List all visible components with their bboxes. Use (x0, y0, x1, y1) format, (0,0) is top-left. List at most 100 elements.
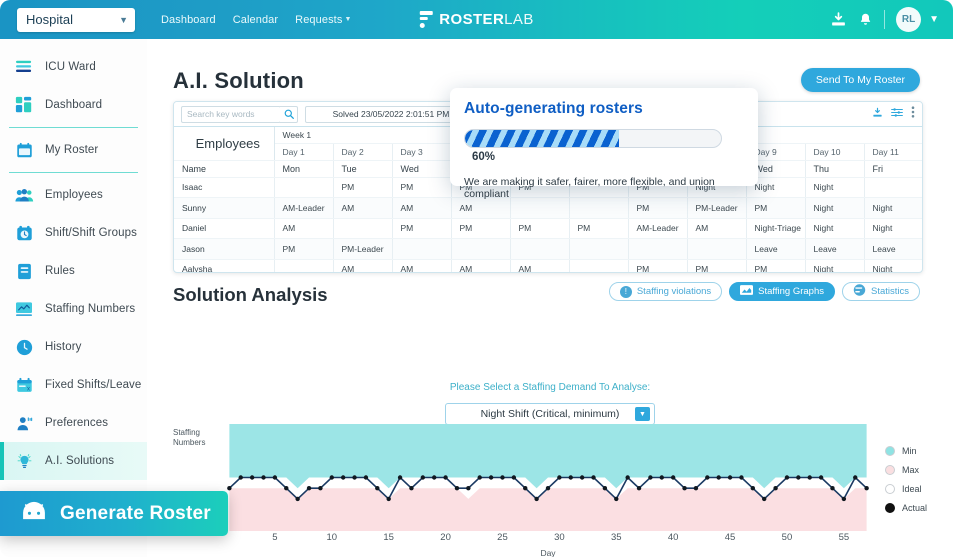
shift-cell[interactable]: Leave (864, 238, 922, 260)
shift-cell[interactable]: AM (392, 197, 452, 219)
shift-cell[interactable]: PM (392, 218, 452, 239)
legend-item-min[interactable]: Min (885, 446, 927, 456)
shift-cell[interactable]: PM-Leader (333, 238, 393, 260)
dow-header: Wed (392, 160, 452, 178)
shift-cell[interactable]: PM (392, 177, 452, 198)
x-axis-tick: 45 (724, 532, 736, 543)
staffing-demand-select[interactable]: Night Shift (Critical, minimum) ▼ (445, 403, 655, 425)
shift-cell[interactable] (392, 238, 452, 260)
shift-cell[interactable]: Leave (746, 238, 806, 260)
shift-cell[interactable] (864, 177, 922, 198)
legend-item-max[interactable]: Max (885, 465, 927, 475)
chevron-down-icon: ▼ (344, 16, 352, 23)
shift-cell[interactable]: AM-Leader (274, 197, 334, 219)
shift-cell[interactable] (274, 259, 334, 272)
table-row[interactable]: Aalysha AM AM AM AM PM PM PM Night Night (174, 259, 922, 272)
top-nav-dashboard[interactable]: Dashboard (161, 14, 216, 26)
sidebar-item-icu-ward[interactable]: ICU Ward (0, 48, 147, 86)
shift-cell[interactable]: PM (451, 218, 511, 239)
shift-cell[interactable]: PM (274, 238, 334, 260)
shift-cell[interactable]: PM (687, 259, 747, 272)
shift-cell[interactable]: PM (628, 197, 688, 219)
sidebar-item-employees[interactable]: Employees (0, 176, 147, 214)
divider (884, 10, 886, 29)
sidebar-item-preferences[interactable]: Preferences (0, 404, 147, 442)
shift-cell[interactable] (569, 197, 629, 219)
shift-cell[interactable] (274, 177, 334, 198)
legend-item-actual[interactable]: Actual (885, 503, 927, 513)
shift-cell[interactable]: PM-Leader (687, 197, 747, 219)
bell-icon[interactable] (858, 12, 873, 28)
shift-cell[interactable] (628, 238, 688, 260)
tab-label: Staffing violations (636, 286, 712, 297)
shift-cell[interactable]: Night (864, 197, 922, 219)
shift-cell[interactable] (333, 218, 393, 239)
shift-cell[interactable]: PM (746, 197, 806, 219)
download-icon[interactable] (872, 105, 883, 123)
shift-cell[interactable]: PM (628, 259, 688, 272)
download-icon[interactable] (830, 11, 847, 28)
tab-staffing-violations[interactable]: ! Staffing violations (608, 282, 723, 301)
shift-cell[interactable]: AM (451, 197, 511, 219)
shift-cell[interactable]: Night (805, 177, 865, 198)
shift-cell[interactable] (451, 238, 511, 260)
sidebar-item-fixed-shifts-leave[interactable]: x Fixed Shifts/Leave (0, 366, 147, 404)
search-icon[interactable] (280, 105, 298, 123)
send-to-my-roster-button[interactable]: Send To My Roster (800, 68, 920, 92)
sidebar-item-rules[interactable]: Rules (0, 252, 147, 290)
filter-icon[interactable] (891, 105, 903, 123)
popup-subtitle: We are making it safer, fairer, more fle… (464, 176, 715, 200)
sidebar-item-shift-groups[interactable]: Shift/Shift Groups (0, 214, 147, 252)
shift-cell[interactable]: Night (864, 259, 922, 272)
book-icon (14, 261, 34, 281)
shift-cell[interactable]: PM (333, 177, 393, 198)
chevron-down-icon[interactable]: ▼ (929, 14, 939, 25)
sidebar-item-dashboard[interactable]: Dashboard (0, 86, 147, 124)
shift-cell[interactable]: AM (451, 259, 511, 272)
shift-cell[interactable]: AM (687, 218, 747, 239)
shift-cell[interactable]: Night (805, 218, 865, 239)
table-row[interactable]: Jason PM PM-Leader Leave Leave Leave (174, 238, 922, 260)
shift-cell[interactable]: Night-Triage (746, 218, 806, 239)
shift-cell[interactable] (569, 238, 629, 260)
shift-cell[interactable]: AM (392, 259, 452, 272)
tab-staffing-graphs[interactable]: Staffing Graphs (729, 282, 835, 301)
shift-cell[interactable]: AM (274, 218, 334, 239)
shift-cell[interactable]: AM (510, 259, 570, 272)
shift-cell[interactable]: Night (805, 197, 865, 219)
legend-item-ideal[interactable]: Ideal (885, 484, 927, 494)
shift-cell[interactable] (510, 197, 570, 219)
shift-cell[interactable]: PM (510, 218, 570, 239)
shift-cell[interactable] (569, 259, 629, 272)
sidebar-divider (9, 127, 138, 128)
top-nav-requests[interactable]: Requests ▼ (295, 14, 351, 26)
top-nav-calendar[interactable]: Calendar (233, 14, 278, 26)
sidebar-item-history[interactable]: History (0, 328, 147, 366)
shift-cell[interactable] (687, 238, 747, 260)
search-input[interactable]: Search key words (181, 105, 281, 123)
generate-roster-button[interactable]: Generate Roster (0, 491, 228, 536)
table-row[interactable]: Daniel AM PM PM PM PM AM-Leader AM Night… (174, 218, 922, 239)
x-axis-tick: 20 (440, 532, 451, 543)
sidebar-item-staffing-numbers[interactable]: Staffing Numbers (0, 290, 147, 328)
avatar[interactable]: RL (896, 7, 922, 32)
shift-cell[interactable]: Night (805, 259, 865, 272)
progress-bar-fill (465, 130, 619, 147)
staffing-demand-value: Night Shift (Critical, minimum) (480, 408, 620, 420)
table-row[interactable]: Sunny AM-Leader AM AM AM PM PM-Leader PM… (174, 197, 922, 219)
shift-cell[interactable]: AM-Leader (628, 218, 688, 239)
shift-cell[interactable]: Night (864, 218, 922, 239)
sidebar-item-ai-solutions[interactable]: A.I. Solutions (0, 442, 147, 480)
shift-cell[interactable]: PM (569, 218, 629, 239)
sidebar-item-my-roster[interactable]: My Roster (0, 131, 147, 169)
shift-cell[interactable] (510, 238, 570, 260)
organization-select[interactable]: Hospital ▼ (17, 7, 135, 32)
tab-statistics[interactable]: Statistics (841, 282, 920, 301)
legend-label: Actual (902, 503, 928, 513)
more-vertical-icon[interactable] (911, 105, 915, 123)
shift-cell[interactable]: AM (333, 259, 393, 272)
shift-cell[interactable]: PM (746, 259, 806, 272)
shift-cell[interactable]: Leave (805, 238, 865, 260)
brand-bold: ROSTER (439, 11, 505, 28)
shift-cell[interactable]: AM (333, 197, 393, 219)
